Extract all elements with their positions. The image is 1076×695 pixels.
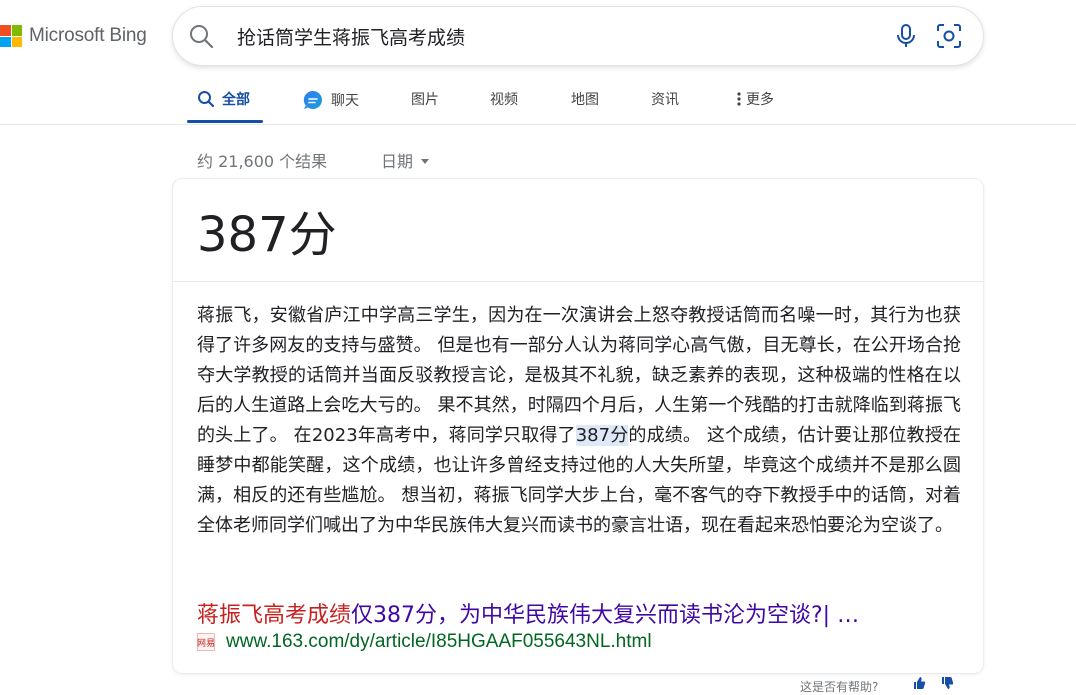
brand-name: Microsoft Bing [29,25,147,46]
tab-more[interactable]: 更多 [736,89,774,109]
tab-label: 聊天 [331,93,359,109]
tab-label: 图片 [411,92,439,108]
tab-label: 视频 [490,92,518,108]
answer-snippet: 蒋振飞，安徽省庐江中学高三学生，因为在一次演讲会上怒夺教授话筒而名噪一时，其行为… [197,301,961,541]
bing-logo[interactable]: Microsoft Bing [0,25,147,47]
tab-all[interactable]: 全部 [197,89,250,109]
tab-label: 更多 [746,92,774,108]
date-filter-dropdown[interactable]: 日期 [381,148,430,172]
tab-maps[interactable]: 地图 [571,89,599,109]
search-icon [198,91,215,108]
thumbs-down-icon[interactable] [940,676,954,690]
header-divider [0,124,1076,125]
active-tab-indicator [187,120,263,123]
microsoft-logo-icon [0,25,22,47]
source-url-row[interactable]: 网易 www.163.com/dy/article/I85HGAAF055643… [197,631,652,653]
more-icon [737,92,741,106]
snippet-highlight: 387分 [575,425,629,446]
date-filter-label: 日期 [381,152,414,171]
result-count: 约 21,600 个结果 [197,152,328,171]
search-box[interactable]: 抢话筒学生蒋振飞高考成绩 [173,7,983,65]
tab-chat[interactable]: 聊天 [302,89,359,111]
tab-images[interactable]: 图片 [411,89,439,109]
tab-label: 全部 [222,92,250,108]
tab-news[interactable]: 资讯 [651,89,679,109]
chat-icon [303,90,322,109]
answer-value: 387分 [197,207,337,263]
thumbs-up-icon[interactable] [912,676,926,690]
source-link-title[interactable]: 蒋振飞高考成绩仅387分，为中华民族伟大复兴而读书沦为空谈?| … [197,597,957,629]
visual-search-icon[interactable] [934,21,964,51]
source-title-highlight: 蒋振飞高考成绩 [197,603,352,628]
source-title-rest: 仅387分，为中华民族伟大复兴而读书沦为空谈?| … [351,603,860,628]
site-favicon-icon: 网易 [197,633,215,651]
answer-card: 387分 蒋振飞，安徽省庐江中学高三学生，因为在一次演讲会上怒夺教授话筒而名噪一… [172,178,984,674]
search-input[interactable]: 抢话筒学生蒋振飞高考成绩 [237,23,465,50]
source-url[interactable]: www.163.com/dy/article/I85HGAAF055643NL.… [226,631,652,653]
microphone-icon[interactable] [891,21,921,51]
search-tabs: 全部 聊天 图片 视频 地图 资讯 更多 [187,80,827,124]
tab-label: 资讯 [651,92,679,108]
chevron-down-icon [421,158,430,164]
tab-videos[interactable]: 视频 [490,89,518,109]
tab-label: 地图 [571,92,599,108]
search-icon[interactable] [187,22,215,50]
card-divider [173,281,983,282]
